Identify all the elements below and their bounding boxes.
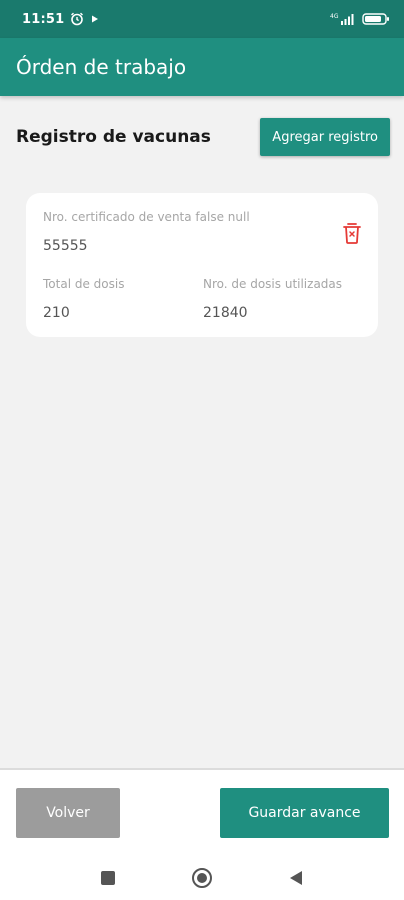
used-doses-field: Nro. de dosis utilizadas 21840 xyxy=(203,277,363,321)
system-nav-bar xyxy=(0,858,404,898)
network-label: 4G xyxy=(330,13,339,20)
save-progress-button[interactable]: Guardar avance xyxy=(220,788,389,838)
app-bar: Órden de trabajo xyxy=(0,38,404,96)
status-right: 4G xyxy=(330,12,390,26)
section-header: Registro de vacunas Agregar registro xyxy=(16,118,390,156)
alarm-icon xyxy=(70,12,84,26)
used-doses-value: 21840 xyxy=(203,305,248,321)
doses-row: Total de dosis 210 Nro. de dosis utiliza… xyxy=(43,277,363,321)
add-record-button[interactable]: Agregar registro xyxy=(260,118,390,156)
status-left: 11:51 xyxy=(22,12,100,27)
page-title: Órden de trabajo xyxy=(16,55,187,79)
signal-icon: 4G xyxy=(330,12,356,26)
recents-icon[interactable] xyxy=(96,866,120,890)
status-bar: 11:51 4G xyxy=(0,0,404,38)
used-doses-label: Nro. de dosis utilizadas xyxy=(203,277,343,291)
certificate-field: Nro. certificado de venta false null 555… xyxy=(43,210,250,254)
play-icon xyxy=(90,14,100,24)
battery-icon xyxy=(362,12,390,26)
back-button[interactable]: Volver xyxy=(16,788,120,838)
total-doses-value: 210 xyxy=(43,305,70,321)
home-icon[interactable] xyxy=(190,866,214,890)
total-doses-label: Total de dosis xyxy=(43,277,125,291)
vaccine-record-card: Nro. certificado de venta false null 555… xyxy=(26,193,378,337)
certificate-label: Nro. certificado de venta false null xyxy=(43,210,250,224)
trash-icon[interactable] xyxy=(342,221,362,245)
section-title: Registro de vacunas xyxy=(16,127,211,147)
back-nav-icon[interactable] xyxy=(284,866,308,890)
status-time: 11:51 xyxy=(22,11,65,27)
total-doses-field: Total de dosis 210 xyxy=(43,277,203,321)
certificate-value: 55555 xyxy=(43,238,88,254)
bottom-area: Volver Guardar avance xyxy=(0,768,404,900)
